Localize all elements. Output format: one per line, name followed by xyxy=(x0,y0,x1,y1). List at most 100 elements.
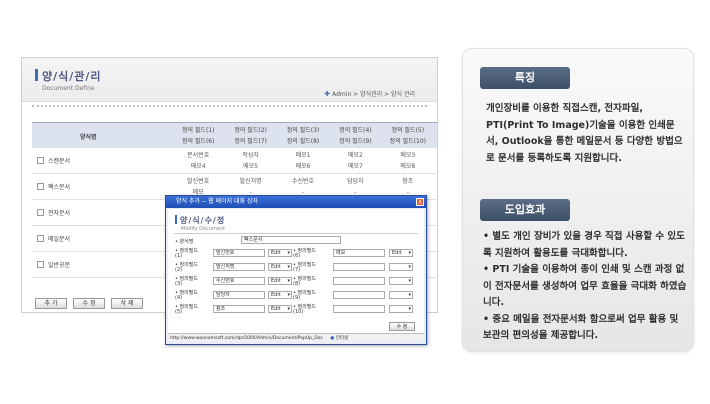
field-row-6: • 정의필드 (6) 메모 Edit ▾ xyxy=(293,249,418,260)
info-panel: 특징 개인장비를 이용한 직접스캔, 전자파일, PTI(Print To Im… xyxy=(462,48,694,352)
field-label: • 정의필드 (1) xyxy=(175,248,198,259)
cell: 메모7 xyxy=(347,163,363,170)
field-type-select[interactable]: ▾ xyxy=(389,263,413,271)
dialog-title: 양식 추가 -- 웹 페이지 대화 상자 xyxy=(176,198,259,205)
row-form-name[interactable]: 일반공문 xyxy=(48,260,70,269)
chevron-down-icon: ▾ xyxy=(408,306,411,312)
row-form-name[interactable]: 전자문서 xyxy=(48,208,70,217)
field-label: • 정의필드 (8) xyxy=(293,276,316,287)
field-input[interactable] xyxy=(333,277,385,285)
header-field-2: 정의 필드(2) xyxy=(234,127,267,134)
field-row-5: • 정의필드 (5) 참조 Edit ▾ xyxy=(175,305,295,316)
header-field-8: 정의 필드(8) xyxy=(286,138,320,145)
cell: 수신번호 xyxy=(291,178,315,185)
row-form-name[interactable]: 스캔문서 xyxy=(48,156,70,165)
chevron-down-icon: ▾ xyxy=(408,278,411,284)
row-form-name[interactable]: 메일문서 xyxy=(48,234,70,243)
header-field-4: 정의 필드(4) xyxy=(339,127,372,134)
field-type-select[interactable]: Edit ▾ xyxy=(268,291,292,299)
field-type-select[interactable]: Edit ▾ xyxy=(268,305,292,313)
chevron-down-icon: ▾ xyxy=(287,264,290,270)
cell: 메모5 xyxy=(243,163,259,170)
chevron-down-icon: ▾ xyxy=(408,292,411,298)
effect-heading: 도입효과 xyxy=(480,199,570,221)
status-bar: http://www.woonamsoft.com/dps5000/Admin/… xyxy=(168,333,424,342)
field-label: • 정의필드 (3) xyxy=(175,276,198,287)
chevron-down-icon: ▾ xyxy=(287,278,290,284)
field-row-7: • 정의필드 (7) ▾ xyxy=(293,263,418,274)
row-form-name[interactable]: 팩스문서 xyxy=(48,182,70,191)
field-type-select[interactable]: ▾ xyxy=(389,305,413,313)
field-row-2: • 정의필드 (2) 발신처명 Edit ▾ xyxy=(175,263,295,274)
list-item: • 중요 메일을 전자문서화 함으로써 업무 활용 및 보관의 편의성을 제공합… xyxy=(483,313,679,342)
feature-description: 개인장비를 이용한 직접스캔, 전자파일, PTI(Print To Image… xyxy=(486,103,683,164)
header-field-6: 정의 필드(6) xyxy=(181,138,215,145)
edit-button[interactable]: 수 정 xyxy=(73,298,105,309)
field-type-select[interactable]: ▾ xyxy=(389,277,413,285)
row-checkbox[interactable] xyxy=(37,235,44,242)
header-form-name: 양식명 xyxy=(80,134,97,141)
close-icon[interactable]: X xyxy=(416,198,424,206)
cell: 발신처명 xyxy=(239,178,262,185)
breadcrumb: ✚ Admin > 양식관리 > 양식 관리 xyxy=(324,90,415,98)
page-title: 양/식/관/리 xyxy=(35,68,102,84)
form-name-input[interactable]: 팩스문서 xyxy=(241,236,341,244)
header-field-10: 정의 필드(10) xyxy=(389,138,426,145)
field-input[interactable]: 발신처명 xyxy=(213,263,265,271)
list-item: • PTI 기술을 이용하여 종이 인쇄 및 스캔 과정 없이 전자문서를 생성… xyxy=(483,264,687,308)
effect-list: • 별도 개인 장비가 있을 경우 직접 사용할 수 있도록 지원하여 활용도를… xyxy=(483,229,689,345)
table-header: 양식명 정의 필드(1) 정의 필드(2) 정의 필드(3) 정의 필드(4) … xyxy=(32,122,437,148)
status-zone: 인터넷 xyxy=(335,336,349,341)
field-type-select[interactable]: Edit ▾ xyxy=(268,277,292,285)
field-label: • 정의필드 (9) xyxy=(293,290,316,301)
admin-header: 양/식/관/리 Document Define ✚ Admin > 양식관리 > … xyxy=(22,58,437,102)
action-buttons: 추 가 수 정 삭 제 xyxy=(35,298,143,309)
field-label: • 정의필드 (2) xyxy=(175,262,198,273)
delete-button[interactable]: 삭 제 xyxy=(111,298,143,309)
cell: 담당자 xyxy=(347,178,364,185)
field-label: • 정의필드 (7) xyxy=(293,262,316,273)
field-row-9: • 정의필드 (9) ▾ xyxy=(293,291,418,302)
row-checkbox[interactable] xyxy=(37,157,44,164)
table-row[interactable]: 스캔문서 문서번호 작성자 메모1 메모2 메모3 메모4 메모5 메모6 메모… xyxy=(32,148,437,174)
dialog-subheading: Modify Document xyxy=(181,226,226,232)
row-checkbox[interactable] xyxy=(37,183,44,190)
field-type-select[interactable]: ▾ xyxy=(389,291,413,299)
field-input[interactable]: 담당자 xyxy=(213,291,265,299)
field-label: • 정의필드 (10) xyxy=(293,304,316,315)
field-input[interactable]: 메모 xyxy=(333,249,385,257)
form-name-row: • 양식명 팩스문서 xyxy=(175,236,415,247)
cell: 메모4 xyxy=(190,163,206,170)
field-type-select[interactable]: Edit ▾ xyxy=(268,249,292,257)
header-field-1: 정의 필드(1) xyxy=(181,127,215,134)
chevron-down-icon: ▾ xyxy=(408,264,411,270)
cell: 발신번호 xyxy=(187,178,210,185)
field-type-select[interactable]: Edit ▾ xyxy=(389,249,413,257)
home-arrow-icon: ✚ xyxy=(324,90,331,98)
dialog-heading: 양/식/수/정 xyxy=(175,215,225,226)
cell: 문서번호 xyxy=(187,152,210,159)
header-field-9: 정의 필드(9) xyxy=(339,138,372,145)
save-button[interactable]: 수 정 xyxy=(389,322,415,331)
field-row-3: • 정의필드 (3) 수신번호 Edit ▾ xyxy=(175,277,295,288)
row-checkbox[interactable] xyxy=(37,209,44,216)
field-input[interactable] xyxy=(333,263,385,271)
cell: 메모6 xyxy=(295,163,311,170)
dialog-titlebar: 양식 추가 -- 웹 페이지 대화 상자 X xyxy=(166,196,426,208)
field-input[interactable]: 참조 xyxy=(213,305,265,313)
feature-heading: 특징 xyxy=(480,67,570,89)
field-label: • 정의필드 (5) xyxy=(175,304,198,315)
field-input[interactable]: 수신번호 xyxy=(213,277,265,285)
field-input[interactable]: 발신번호 xyxy=(213,249,265,257)
cell: 작성자 xyxy=(242,152,259,159)
page-subtitle: Document Define xyxy=(42,85,95,92)
header-field-5: 정의 필드(5) xyxy=(391,127,425,134)
field-input[interactable] xyxy=(333,291,385,299)
field-input[interactable] xyxy=(333,305,385,313)
dialog-body: 양/식/수/정 Modify Document • 양식명 팩스문서 • 정의필… xyxy=(168,209,424,333)
chevron-down-icon: ▾ xyxy=(287,306,290,312)
add-button[interactable]: 추 가 xyxy=(35,298,67,309)
header-field-7: 정의 필드(7) xyxy=(234,138,267,145)
field-type-select[interactable]: Edit ▾ xyxy=(268,263,292,271)
row-checkbox[interactable] xyxy=(37,261,44,268)
